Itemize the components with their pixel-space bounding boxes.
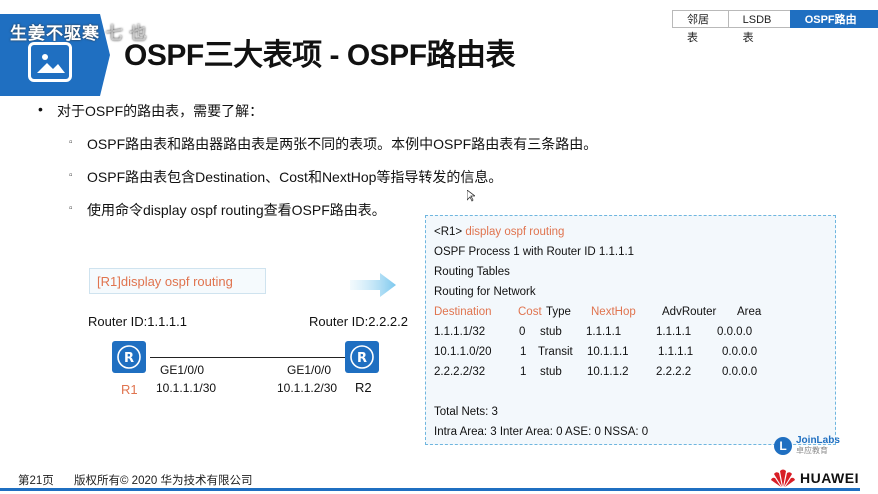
svg-text:R: R xyxy=(357,351,367,366)
routing-tables-line: Routing Tables xyxy=(434,266,510,278)
cli-prompt-line: <R1> display ospf routing xyxy=(434,226,565,238)
square-bullet-icon: ▫ xyxy=(69,137,73,148)
copyright-text: 版权所有© 2020 华为技术有限公司 xyxy=(74,475,253,487)
r2-interface-label: GE1/0/0 xyxy=(287,363,332,377)
table-cell: 0.0.0.0 xyxy=(722,346,758,358)
total-nets-line: Total Nets: 3 xyxy=(434,406,498,418)
routing-for-network-line: Routing for Network xyxy=(434,286,536,298)
table-cell: 10.1.1.1 xyxy=(587,346,629,358)
table-cell: 2.2.2.2 xyxy=(656,366,692,378)
header-area: Area xyxy=(737,306,762,318)
image-placeholder-icon xyxy=(28,42,72,82)
breadcrumb-tabs: 邻居表 LSDB表 OSPF路由表 xyxy=(672,10,878,44)
router-r2-icon: R xyxy=(345,341,379,373)
huawei-petal-icon xyxy=(771,469,795,487)
table-cell: 2.2.2.2/32 xyxy=(434,366,486,378)
cli-output-panel: <R1> display ospf routing OSPF Process 1… xyxy=(425,215,836,445)
table-cell: 0.0.0.0 xyxy=(717,326,753,338)
footer-accent-line xyxy=(0,488,860,491)
table-cell: Transit xyxy=(538,346,573,358)
header-cost: Cost xyxy=(518,306,542,318)
table-cell: stub xyxy=(540,366,562,378)
huawei-logo: HUAWEI xyxy=(770,468,859,488)
right-arrow-icon xyxy=(350,273,396,297)
r1-interface-label: GE1/0/0 xyxy=(160,363,205,377)
table-cell: 1.1.1.1 xyxy=(656,326,692,338)
router-r1-icon: R xyxy=(112,341,146,373)
r2-ip-label: 10.1.1.2/30 xyxy=(277,381,338,395)
page-title: OSPF三大表项 - OSPF路由表 xyxy=(124,39,516,72)
joinlabs-l-icon: L xyxy=(774,437,792,455)
r2-router-id: Router ID:2.2.2.2 xyxy=(309,314,408,329)
sub-bullet-2: ▫ OSPF路由表包含Destination、Cost和NextHop等指导转发… xyxy=(69,169,503,185)
r2-name-label: R2 xyxy=(355,380,372,395)
table-cell: 1 xyxy=(520,366,527,378)
square-bullet-icon: ▫ xyxy=(69,170,73,181)
table-cell: 1.1.1.1 xyxy=(658,346,694,358)
bullet-dot-icon: • xyxy=(38,101,43,117)
table-cell: 0.0.0.0 xyxy=(722,366,758,378)
mouse-cursor-icon xyxy=(467,190,475,202)
tab-neighbor-table[interactable]: 邻居表 xyxy=(672,10,732,44)
square-bullet-icon: ▫ xyxy=(69,203,73,214)
header-type: Type xyxy=(546,306,571,318)
table-cell: 0 xyxy=(519,326,526,338)
table-cell: 10.1.1.2 xyxy=(587,366,629,378)
r1-router-id: Router ID:1.1.1.1 xyxy=(88,314,187,329)
r1-name-label: R1 xyxy=(121,382,138,397)
table-cell: stub xyxy=(540,326,562,338)
page-number: 第21页 xyxy=(18,475,54,487)
main-bullet: • 对于OSPF的路由表，需要了解： xyxy=(38,101,264,119)
sub-bullet-3: ▫ 使用命令display ospf routing查看OSPF路由表。 xyxy=(69,202,386,218)
header-nexthop: NextHop xyxy=(591,306,636,318)
tab-lsdb-table[interactable]: LSDB表 xyxy=(727,10,794,44)
table-cell: 1 xyxy=(520,346,527,358)
tab-ospf-routing-table[interactable]: OSPF路由表 xyxy=(789,10,878,44)
table-cell: 1.1.1.1 xyxy=(586,326,622,338)
table-cell: 1.1.1.1/32 xyxy=(434,326,486,338)
sub-bullet-1: ▫ OSPF路由表和路由器路由表是两张不同的表项。本例中OSPF路由表有三条路由… xyxy=(69,136,598,152)
link-line xyxy=(150,357,346,358)
svg-text:R: R xyxy=(124,351,134,366)
r1-ip-label: 10.1.1.1/30 xyxy=(156,381,217,395)
process-line: OSPF Process 1 with Router ID 1.1.1.1 xyxy=(434,246,635,258)
command-box: [R1]display ospf routing xyxy=(89,268,266,294)
area-summary-line: Intra Area: 3 Inter Area: 0 ASE: 0 NSSA:… xyxy=(434,426,649,438)
table-cell: 10.1.1.0/20 xyxy=(434,346,492,358)
joinlabs-logo: L JoinLabs 卓应教育 xyxy=(774,436,840,456)
header-destination: Destination xyxy=(434,306,492,318)
header-advrouter: AdvRouter xyxy=(662,306,717,318)
